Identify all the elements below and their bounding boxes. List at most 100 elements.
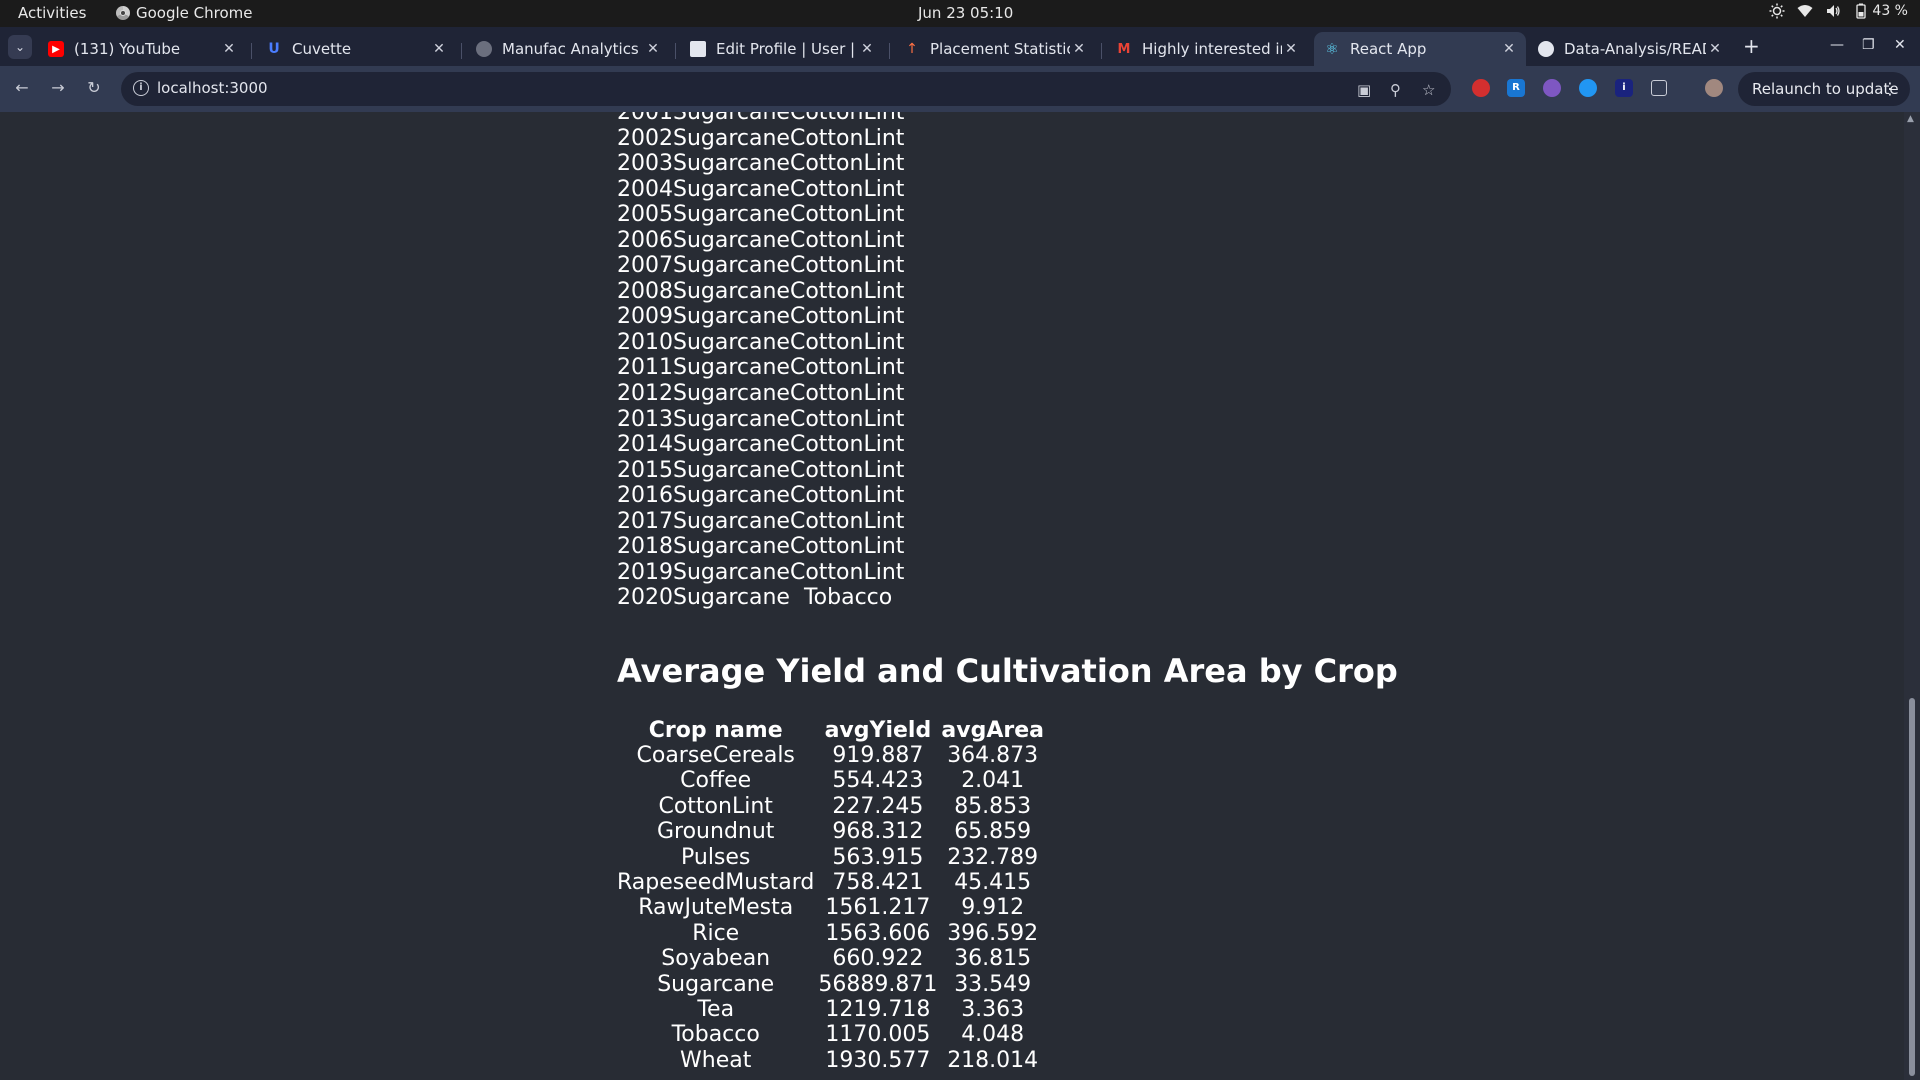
back-button[interactable]: ← <box>12 78 32 97</box>
reload-button[interactable]: ↻ <box>84 78 104 97</box>
table-row: Coffee 554.423 2.041 <box>615 768 1046 793</box>
table-header-row: Crop name avgYield avgArea <box>615 718 1046 743</box>
close-icon[interactable]: ✕ <box>644 41 662 57</box>
year-row: 2008 Sugarcane CottonLint <box>617 279 904 305</box>
extension-r-icon[interactable]: R <box>1507 79 1525 97</box>
avg-area-cell: 9.912 <box>961 895 1025 921</box>
url-text[interactable]: localhost:3000 <box>157 79 268 97</box>
app-menu[interactable]: Google Chrome <box>116 4 253 22</box>
tab-gmail[interactable]: M Highly interested in I ✕ <box>1106 32 1308 66</box>
page-content: 2001 Sugarcane CottonLint 2002 Sugarcane Cot… <box>0 112 1904 1080</box>
maximize-button[interactable]: ❐ <box>1862 37 1875 53</box>
max-crop: Sugarcane <box>673 559 790 585</box>
avg-area-cell: 65.859 <box>954 819 1032 845</box>
max-crop: Sugarcane <box>673 202 790 228</box>
extension-purple-icon[interactable] <box>1543 79 1561 97</box>
year: 2012 <box>617 381 673 407</box>
page-scrollbar[interactable]: ▲ <box>1904 112 1920 1080</box>
placement-icon: ↑ <box>906 41 918 57</box>
tab-youtube[interactable]: ▶ (131) YouTube ✕ <box>38 32 246 66</box>
extension-blue-icon[interactable] <box>1579 79 1597 97</box>
new-tab-button[interactable]: + <box>1743 35 1760 57</box>
wifi-icon <box>1797 5 1813 17</box>
close-icon[interactable]: ✕ <box>858 41 876 57</box>
avg-area-cell: 85.853 <box>954 793 1032 819</box>
close-icon[interactable]: ✕ <box>1500 41 1518 57</box>
close-icon[interactable]: ✕ <box>1282 41 1300 57</box>
install-app-icon[interactable]: ▣ <box>1357 81 1371 99</box>
extensions-puzzle-icon[interactable] <box>1651 80 1667 96</box>
close-icon[interactable]: ✕ <box>1706 41 1724 57</box>
tab-github[interactable]: Data-Analysis/READ ✕ <box>1528 32 1732 66</box>
crop-name-cell: RawJuteMesta <box>638 895 794 921</box>
tab-manufac-analytics[interactable]: Manufac Analytics | S ✕ <box>466 32 670 66</box>
clock[interactable]: Jun 23 05:10 <box>918 4 1013 22</box>
crop-section-title: Average Yield and Cultivation Area by Cr… <box>617 652 1398 690</box>
close-icon[interactable]: ✕ <box>430 41 448 57</box>
min-crop: CottonLint <box>789 559 905 585</box>
year-row: 2003 Sugarcane CottonLint <box>617 151 904 177</box>
crop-name-cell: CottonLint <box>658 793 773 819</box>
relaunch-to-update-button[interactable]: Relaunch to update ⋮ <box>1738 72 1910 106</box>
year-crop-list: 2001 Sugarcane CottonLint 2002 Sugarcane Cot… <box>617 112 904 611</box>
site-info-icon[interactable]: i <box>133 80 149 96</box>
min-crop: Tobacco <box>789 585 893 611</box>
system-tray[interactable]: 43 % <box>1769 3 1908 19</box>
tab-placement-statistics[interactable]: ↑ Placement Statistics ✕ <box>894 32 1096 66</box>
year: 2003 <box>617 151 673 177</box>
address-bar[interactable]: i localhost:3000 ▣ ⚲ ☆ <box>121 72 1451 106</box>
scrollbar-thumb[interactable] <box>1909 698 1915 1076</box>
crop-name-cell: Soyabean <box>661 946 771 972</box>
table-row: CottonLint 227.245 85.853 <box>615 794 1046 819</box>
min-crop: CottonLint <box>789 278 905 304</box>
close-icon[interactable]: ✕ <box>1070 41 1088 57</box>
column-header-avg-yield: avgYield <box>824 718 932 743</box>
max-crop: Sugarcane <box>673 483 790 509</box>
brightness-icon <box>1769 3 1785 19</box>
close-icon[interactable]: ✕ <box>220 41 238 57</box>
year-row: 2005 Sugarcane CottonLint <box>617 202 904 228</box>
max-crop: Sugarcane <box>673 355 790 381</box>
avg-yield-cell: 227.245 <box>832 793 924 819</box>
cuvette-icon: U <box>268 41 280 57</box>
scroll-up-icon[interactable]: ▲ <box>1907 114 1914 124</box>
year: 2009 <box>617 304 673 330</box>
activities-button[interactable]: Activities <box>18 4 86 22</box>
tab-cuvette[interactable]: U Cuvette ✕ <box>256 32 456 66</box>
year-row: 2009 Sugarcane CottonLint <box>617 304 904 330</box>
more-menu-icon[interactable]: ⋮ <box>1882 79 1898 98</box>
tab-title: Data-Analysis/READ <box>1564 40 1706 58</box>
year: 2005 <box>617 202 673 228</box>
table-row: Pulses 563.915 232.789 <box>615 845 1046 870</box>
max-crop: Sugarcane <box>673 432 790 458</box>
zoom-icon[interactable]: ⚲ <box>1390 81 1401 99</box>
year-row: 2010 Sugarcane CottonLint <box>617 330 904 356</box>
tab-react-app[interactable]: ⚛ React App ✕ <box>1314 32 1526 66</box>
max-crop: Sugarcane <box>673 253 790 279</box>
minimize-button[interactable]: — <box>1830 37 1844 53</box>
year-row: 2004 Sugarcane CottonLint <box>617 177 904 203</box>
crop-name-cell: CoarseCereals <box>636 743 795 768</box>
avg-yield-cell: 968.312 <box>832 819 924 845</box>
min-crop: CottonLint <box>789 227 905 253</box>
extension-red-icon[interactable] <box>1472 79 1490 97</box>
table-row: Rice 1563.606 396.592 <box>615 921 1046 946</box>
max-crop: Sugarcane <box>673 304 790 330</box>
table-row: Tobacco 1170.005 4.048 <box>615 1022 1046 1047</box>
profile-avatar-icon[interactable] <box>1705 79 1723 97</box>
year-row: 2013 Sugarcane CottonLint <box>617 407 904 433</box>
avg-yield-cell: 758.421 <box>832 870 924 896</box>
tab-divider <box>251 43 252 59</box>
max-crop: Sugarcane <box>673 112 790 125</box>
github-icon <box>1538 41 1554 57</box>
year-row: 2014 Sugarcane CottonLint <box>617 432 904 458</box>
tab-edit-profile[interactable]: Edit Profile | User | e ✕ <box>680 32 884 66</box>
forward-button[interactable]: → <box>48 78 68 97</box>
bookmark-star-icon[interactable]: ☆ <box>1422 81 1435 99</box>
tab-search-button[interactable]: ⌄ <box>8 35 32 59</box>
extension-navy-icon[interactable]: i <box>1615 79 1633 97</box>
year-row: 2020 Sugarcane Tobacco <box>617 585 904 611</box>
max-crop: Sugarcane <box>673 176 790 202</box>
close-window-button[interactable]: ✕ <box>1894 37 1906 53</box>
avg-area-cell: 232.789 <box>947 844 1039 870</box>
